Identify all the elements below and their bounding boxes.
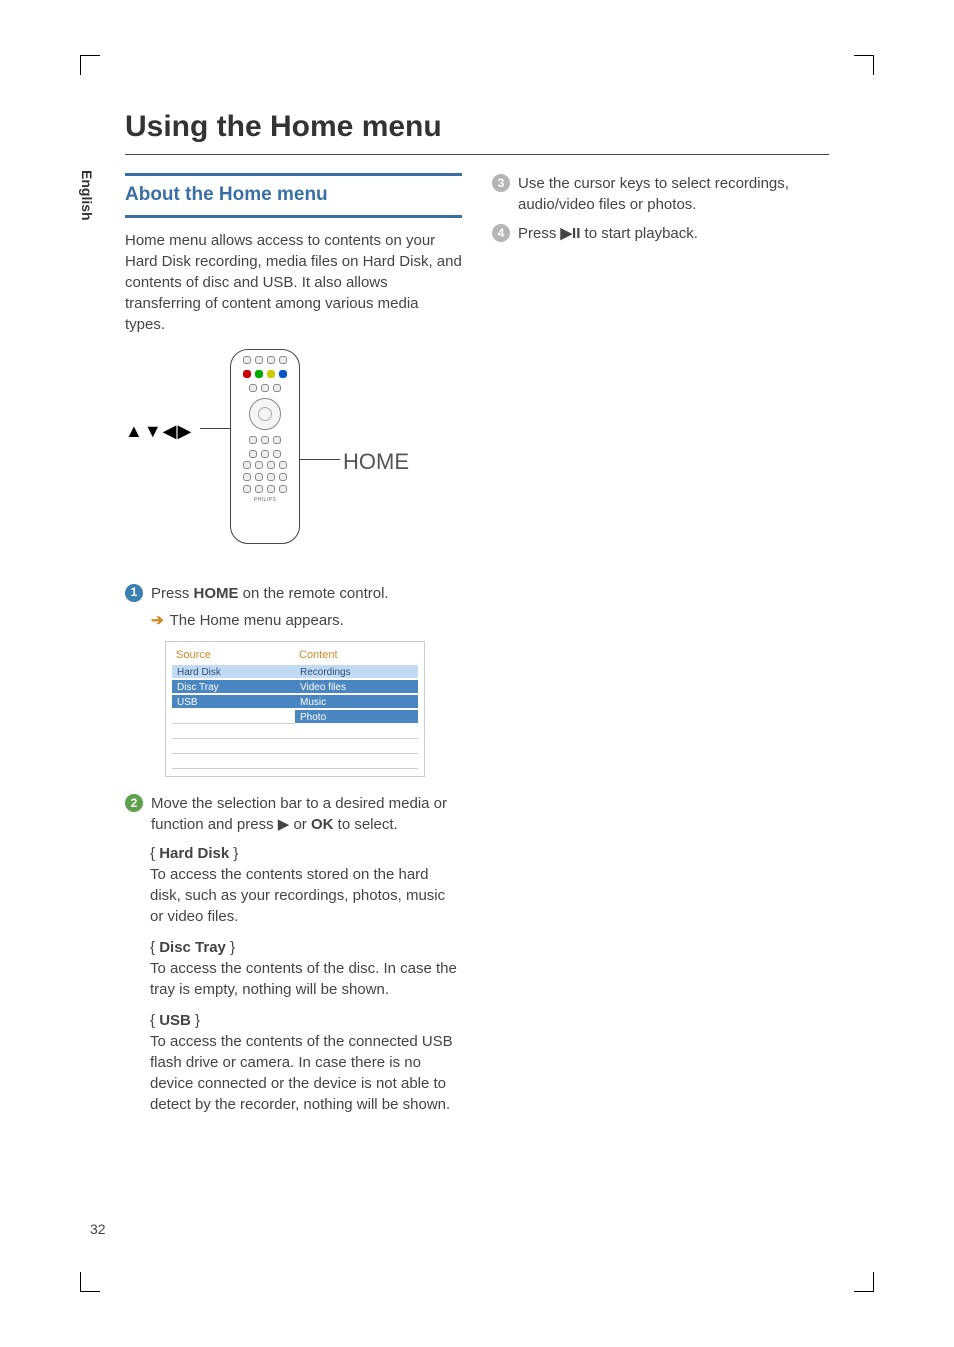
page-title: Using the Home menu (125, 110, 829, 144)
section-title-about: About the Home menu (125, 182, 462, 209)
menu-item-empty (172, 710, 295, 724)
step-1: 1 Press HOME on the remote control. (125, 583, 462, 604)
text: Press (518, 225, 561, 242)
title-rule (125, 154, 829, 155)
menu-source-column: Source Hard Disk Disc Tray USB (172, 648, 295, 770)
menu-item-empty (295, 755, 418, 769)
result-text: The Home menu appears. (170, 610, 344, 631)
direction-arrows-label: ▲▼◀▶ (125, 419, 192, 444)
language-tab: English (65, 170, 95, 221)
right-column: 3 Use the cursor keys to select recordin… (492, 173, 829, 1125)
two-column-layout: About the Home menu Home menu allows acc… (125, 173, 829, 1125)
step-2-text: Move the selection bar to a desired medi… (151, 793, 462, 835)
menu-item-recordings: Recordings (295, 665, 418, 679)
step-1-text: Press HOME on the remote control. (151, 583, 462, 604)
menu-item-empty (295, 725, 418, 739)
step-number-icon: 2 (125, 794, 143, 812)
home-button-label: HOME (343, 447, 409, 478)
step-1-result: ➔ The Home menu appears. (125, 610, 462, 631)
step-2: 2 Move the selection bar to a desired me… (125, 793, 462, 835)
crop-mark (854, 55, 874, 75)
remote-brand-label: PHILIPS (231, 497, 299, 504)
right-arrow-icon: ▶ (278, 816, 290, 833)
crop-mark (80, 55, 100, 75)
text: Press (151, 585, 194, 602)
crop-mark (854, 1272, 874, 1292)
play-pause-icon: ▶II (561, 225, 581, 242)
menu-item-music: Music (295, 695, 418, 709)
text: to select. (333, 816, 397, 833)
menu-item-empty (172, 725, 295, 739)
source-header: Source (172, 648, 295, 663)
menu-item-video-files: Video files (295, 680, 418, 694)
menu-item-empty (295, 740, 418, 754)
content-header: Content (295, 648, 418, 663)
page-content: English Using the Home menu About the Ho… (125, 110, 829, 1237)
section-heading-bar: About the Home menu (125, 173, 462, 218)
option-description: To access the contents of the disc. In c… (150, 958, 462, 1000)
step-4: 4 Press ▶II to start playback. (492, 223, 829, 244)
menu-item-empty (172, 740, 295, 754)
text: to start playback. (580, 225, 698, 242)
label: Disc Tray (159, 939, 226, 956)
option-hard-disk: { Hard Disk } To access the contents sto… (150, 843, 462, 927)
option-description: To access the contents stored on the har… (150, 864, 462, 927)
ok-key-label: OK (311, 816, 334, 833)
left-column: About the Home menu Home menu allows acc… (125, 173, 462, 1125)
step-number-icon: 1 (125, 584, 143, 602)
home-menu-figure: Source Hard Disk Disc Tray USB Content R… (165, 641, 425, 777)
text: on the remote control. (239, 585, 389, 602)
menu-item-hard-disk: Hard Disk (172, 665, 295, 679)
option-title: { Disc Tray } (150, 937, 462, 958)
menu-item-photo: Photo (295, 710, 418, 724)
menu-item-empty (172, 755, 295, 769)
step-number-icon: 4 (492, 224, 510, 242)
text: or (289, 816, 311, 833)
option-title: { Hard Disk } (150, 843, 462, 864)
remote-illustration: PHILIPS (230, 349, 300, 544)
leader-line (200, 428, 230, 429)
label: Hard Disk (159, 845, 229, 862)
option-description: To access the contents of the connected … (150, 1031, 462, 1115)
home-key-label: HOME (194, 585, 239, 602)
d-pad-icon (249, 398, 281, 430)
step-3-text: Use the cursor keys to select recordings… (518, 173, 829, 215)
menu-item-usb: USB (172, 695, 295, 709)
option-title: { USB } (150, 1010, 462, 1031)
label: USB (159, 1012, 191, 1029)
leader-line (300, 459, 340, 460)
page-number: 32 (90, 1221, 106, 1237)
menu-item-disc-tray: Disc Tray (172, 680, 295, 694)
about-paragraph: Home menu allows access to contents on y… (125, 230, 462, 335)
step-4-text: Press ▶II to start playback. (518, 223, 829, 244)
crop-mark (80, 1272, 100, 1292)
arrow-icon: ➔ (151, 610, 164, 631)
option-usb: { USB } To access the contents of the co… (150, 1010, 462, 1115)
option-disc-tray: { Disc Tray } To access the contents of … (150, 937, 462, 1000)
menu-content-column: Content Recordings Video files Music Pho… (295, 648, 418, 770)
remote-control-figure: ▲▼◀▶ PHILIPS HOME (125, 349, 462, 569)
step-number-icon: 3 (492, 174, 510, 192)
step-3: 3 Use the cursor keys to select recordin… (492, 173, 829, 215)
